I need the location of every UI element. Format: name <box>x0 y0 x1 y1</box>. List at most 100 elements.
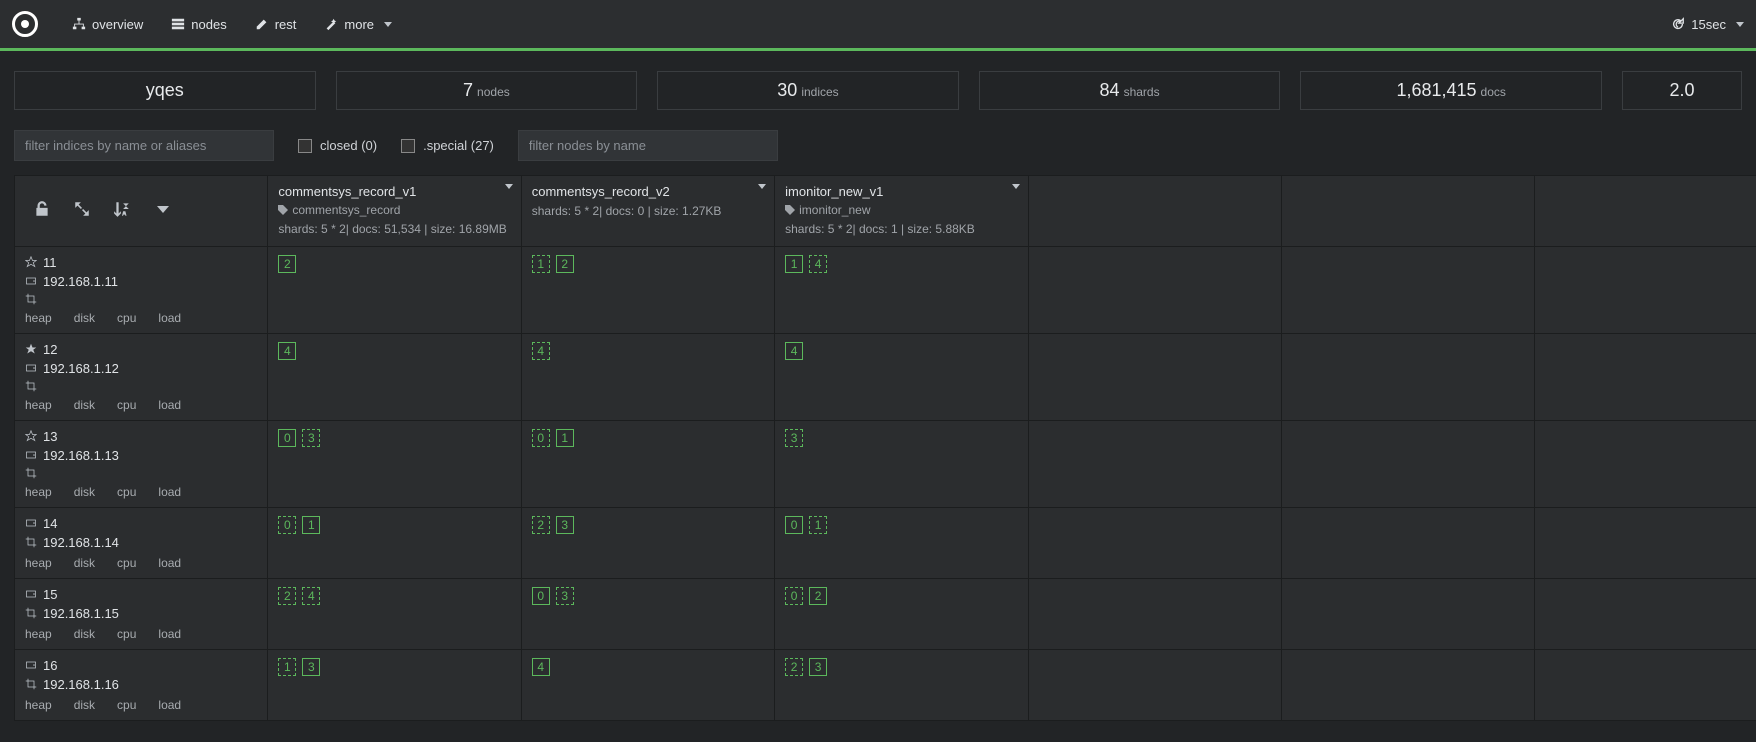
shard-cell: 02 <box>775 578 1028 649</box>
shard-replica[interactable]: 4 <box>809 255 827 273</box>
nodes-icon <box>171 17 185 31</box>
node-metrics: heapdiskcpuload <box>25 698 257 712</box>
special-checkbox[interactable]: .special (27) <box>401 138 494 153</box>
nav-rest[interactable]: rest <box>241 17 311 32</box>
shard-grid: commentsys_record_v1 commentsys_record s… <box>14 175 1756 721</box>
shard-cell: 03 <box>521 578 774 649</box>
shard-primary[interactable]: 4 <box>785 342 803 360</box>
shard-cell <box>1028 333 1281 420</box>
shard-replica[interactable]: 3 <box>302 429 320 447</box>
shard-primary[interactable]: 2 <box>556 255 574 273</box>
index-header-empty <box>1535 176 1756 247</box>
shard-primary[interactable]: 3 <box>809 658 827 676</box>
shard-replica[interactable]: 1 <box>532 255 550 273</box>
shard-cell <box>1028 649 1281 720</box>
shard-replica[interactable]: 2 <box>785 658 803 676</box>
metric-disk: disk <box>74 698 95 712</box>
node-ip: 192.168.1.16 <box>43 677 119 692</box>
closed-checkbox[interactable]: closed (0) <box>298 138 377 153</box>
checkbox-icon <box>298 139 312 153</box>
shard-replica[interactable]: 1 <box>809 516 827 534</box>
shard-cell: 14 <box>775 246 1028 333</box>
index-name[interactable]: commentsys_record_v1 <box>278 184 510 199</box>
checkbox-icon <box>401 139 415 153</box>
shard-replica[interactable]: 0 <box>532 429 550 447</box>
shard-primary[interactable]: 1 <box>302 516 320 534</box>
metric-disk: disk <box>74 398 95 412</box>
topbar: overview nodes rest more 15sec <box>0 0 1756 48</box>
nav-overview[interactable]: overview <box>58 17 157 32</box>
node-cell: 15 192.168.1.15heapdiskcpuload <box>15 578 268 649</box>
node-name: 12 <box>43 342 57 357</box>
node-row: 12192.168.1.12heapdiskcpuload444 <box>15 333 1756 420</box>
metric-disk: disk <box>74 556 95 570</box>
metric-cpu: cpu <box>117 311 136 325</box>
shard-replica[interactable]: 2 <box>278 587 296 605</box>
stat-indices[interactable]: 30indices <box>657 71 959 110</box>
tag-icon <box>278 205 288 215</box>
disk-icon <box>25 517 37 529</box>
nav-nodes-label: nodes <box>191 17 226 32</box>
shard-primary[interactable]: 3 <box>302 658 320 676</box>
shard-replica[interactable]: 4 <box>302 587 320 605</box>
shard-cell <box>1535 649 1756 720</box>
expand-icon[interactable] <box>73 200 91 218</box>
index-header-empty <box>1028 176 1281 247</box>
shard-replica[interactable]: 3 <box>556 587 574 605</box>
index-dropdown[interactable] <box>505 184 513 189</box>
unlock-icon[interactable] <box>33 200 51 218</box>
shard-replica[interactable]: 4 <box>532 342 550 360</box>
metric-load: load <box>158 556 181 570</box>
metric-disk: disk <box>74 311 95 325</box>
node-cell: 14 192.168.1.14heapdiskcpuload <box>15 507 268 578</box>
index-header: imonitor_new_v1 imonitor_new shards: 5 *… <box>775 176 1028 247</box>
shard-primary[interactable]: 2 <box>809 587 827 605</box>
tag-icon <box>785 205 795 215</box>
shard-cell: 2 <box>268 246 521 333</box>
crop-icon <box>25 678 37 690</box>
chevron-down-icon <box>384 22 392 27</box>
metric-cpu: cpu <box>117 698 136 712</box>
crop-icon <box>25 467 37 479</box>
node-metrics: heapdiskcpuload <box>25 311 257 325</box>
shard-primary[interactable]: 0 <box>785 516 803 534</box>
index-name[interactable]: commentsys_record_v2 <box>532 184 764 199</box>
shard-replica[interactable]: 1 <box>278 658 296 676</box>
index-dropdown[interactable] <box>758 184 766 189</box>
nav-more[interactable]: more <box>310 17 406 32</box>
shard-primary[interactable]: 0 <box>278 429 296 447</box>
stat-shards[interactable]: 84shards <box>979 71 1281 110</box>
shard-replica[interactable]: 0 <box>278 516 296 534</box>
shard-primary[interactable]: 2 <box>278 255 296 273</box>
nav-nodes[interactable]: nodes <box>157 17 240 32</box>
refresh-interval[interactable]: 15sec <box>1671 17 1744 32</box>
index-alias: imonitor_new <box>785 203 1017 217</box>
filter-nodes-input[interactable] <box>518 130 778 161</box>
shard-primary[interactable]: 0 <box>532 587 550 605</box>
chevron-down-icon[interactable] <box>157 206 169 213</box>
metric-disk: disk <box>74 627 95 641</box>
stat-cluster[interactable]: yqes <box>14 71 316 110</box>
shard-primary[interactable]: 3 <box>556 516 574 534</box>
shard-replica[interactable]: 0 <box>785 587 803 605</box>
shard-cell <box>1535 507 1756 578</box>
index-dropdown[interactable] <box>1012 184 1020 189</box>
nav-overview-label: overview <box>92 17 143 32</box>
node-row: 13192.168.1.13heapdiskcpuload03013 <box>15 420 1756 507</box>
sort-az-icon[interactable] <box>113 200 131 218</box>
shard-replica[interactable]: 3 <box>785 429 803 447</box>
shard-cell: 4 <box>521 333 774 420</box>
index-name[interactable]: imonitor_new_v1 <box>785 184 1017 199</box>
shard-primary[interactable]: 4 <box>278 342 296 360</box>
shard-primary[interactable]: 1 <box>785 255 803 273</box>
metric-cpu: cpu <box>117 485 136 499</box>
stat-nodes[interactable]: 7nodes <box>336 71 638 110</box>
shard-primary[interactable]: 1 <box>556 429 574 447</box>
shard-cell <box>1535 246 1756 333</box>
shard-cell <box>1028 420 1281 507</box>
stat-docs[interactable]: 1,681,415docs <box>1300 71 1602 110</box>
shard-primary[interactable]: 4 <box>532 658 550 676</box>
filter-indices-input[interactable] <box>14 130 274 161</box>
stat-size[interactable]: 2.0 <box>1622 71 1742 110</box>
shard-replica[interactable]: 2 <box>532 516 550 534</box>
